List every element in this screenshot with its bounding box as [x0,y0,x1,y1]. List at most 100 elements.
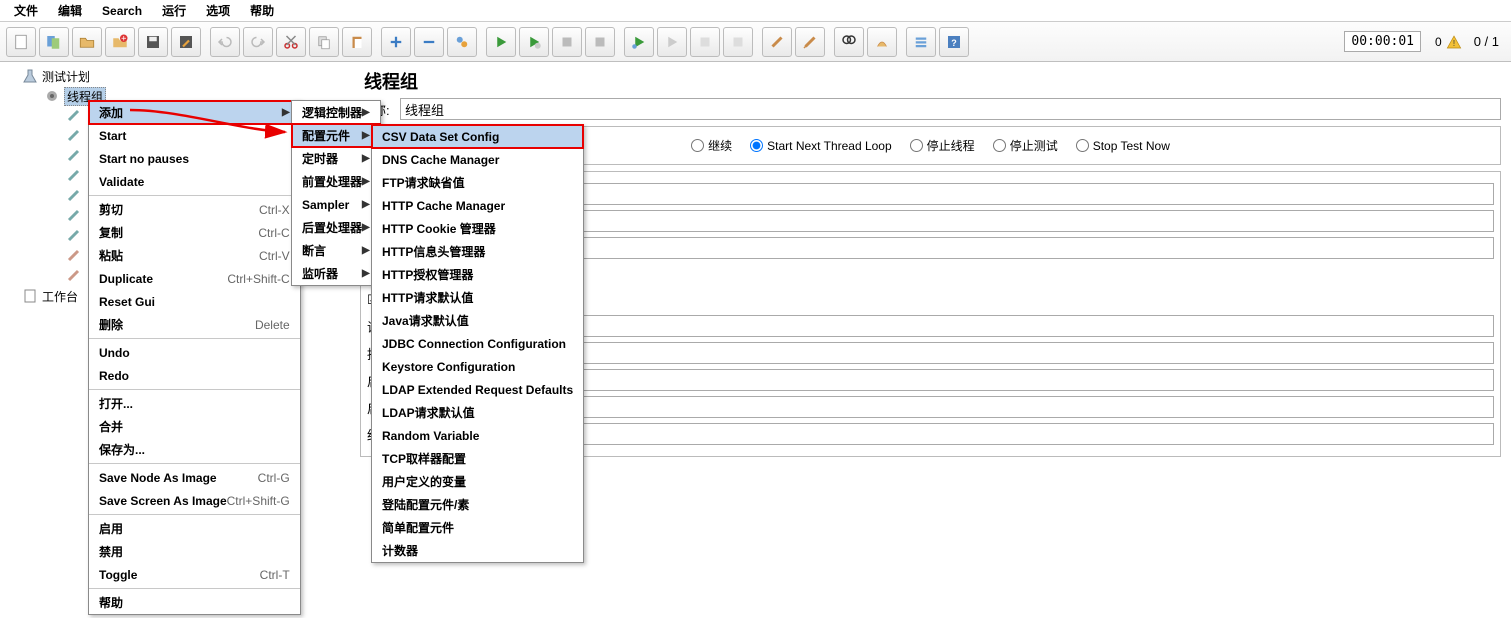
menu-item[interactable]: 断言▶ [292,239,380,262]
menu-item[interactable]: Save Screen As ImageCtrl+Shift-G [89,489,300,512]
tree-root[interactable]: 测试计划 [22,66,347,86]
menu-item[interactable]: 简单配置元件 [372,516,583,539]
menu-item[interactable]: CSV Data Set Config [372,125,583,148]
menu-item[interactable]: 前置处理器▶ [292,170,380,193]
clear-all-icon[interactable] [795,27,825,57]
start-icon[interactable] [486,27,516,57]
menu-item[interactable]: 监听器▶ [292,262,380,285]
menu-search[interactable]: Search [92,2,152,20]
shutdown-icon[interactable] [585,27,615,57]
menu-item[interactable]: TCP取样器配置 [372,447,583,470]
help-icon[interactable]: ? [939,27,969,57]
menu-item[interactable]: Save Node As ImageCtrl-G [89,466,300,489]
save-as-icon[interactable] [171,27,201,57]
search-icon[interactable] [834,27,864,57]
menu-item[interactable]: 禁用 [89,540,300,563]
radio-start-next[interactable]: Start Next Thread Loop [750,137,892,154]
copy-icon[interactable] [309,27,339,57]
toggle-icon[interactable] [447,27,477,57]
start-no-pause-icon[interactable] [519,27,549,57]
menu-item[interactable]: 定时器▶ [292,147,380,170]
function-helper-icon[interactable] [906,27,936,57]
menu-item[interactable]: DuplicateCtrl+Shift-C [89,267,300,290]
menu-item[interactable]: Random Variable [372,424,583,447]
menu-item[interactable]: 打开... [89,392,300,415]
menu-item[interactable]: 计数器 [372,539,583,562]
menu-item[interactable]: 逻辑控制器▶ [292,101,380,124]
menu-item[interactable]: HTTP Cache Manager [372,194,583,217]
submenu-add[interactable]: 逻辑控制器▶配置元件▶定时器▶前置处理器▶Sampler▶后置处理器▶断言▶监听… [291,100,381,286]
radio-stop-thread[interactable]: 停止线程 [910,137,975,154]
undo-icon[interactable] [210,27,240,57]
menu-item[interactable]: 复制Ctrl-C [89,221,300,244]
menu-item[interactable]: 帮助 [89,591,300,614]
tree-root-label: 测试计划 [42,68,90,85]
sampler-icon [66,168,82,184]
name-input[interactable] [400,98,1501,120]
menu-item[interactable]: HTTP Cookie 管理器 [372,217,583,240]
menu-item[interactable]: ToggleCtrl-T [89,563,300,586]
radio-stop-now[interactable]: Stop Test Now [1076,137,1170,154]
context-menu[interactable]: 添加▶StartStart no pausesValidate 剪切Ctrl-X复… [88,100,301,615]
redo-icon[interactable] [243,27,273,57]
menu-item[interactable]: LDAP Extended Request Defaults [372,378,583,401]
menu-item[interactable]: DNS Cache Manager [372,148,583,171]
menu-item[interactable]: HTTP信息头管理器 [372,240,583,263]
stop-icon[interactable] [552,27,582,57]
close-icon[interactable] [105,27,135,57]
menu-item[interactable]: 启用 [89,517,300,540]
paste-icon[interactable] [342,27,372,57]
menu-item[interactable]: Start no pauses [89,147,300,170]
menu-item[interactable]: Keystore Configuration [372,355,583,378]
radio-stop-test[interactable]: 停止测试 [993,137,1058,154]
clear-icon[interactable] [762,27,792,57]
menu-item[interactable]: Start [89,124,300,147]
menu-item[interactable]: FTP请求缺省值 [372,171,583,194]
new-icon[interactable] [6,27,36,57]
menu-run[interactable]: 运行 [152,0,196,21]
menu-item[interactable]: 登陆配置元件/素 [372,493,583,516]
menu-item[interactable]: LDAP请求默认值 [372,401,583,424]
menu-item[interactable]: 配置元件▶ [292,124,380,147]
menu-item[interactable]: Redo [89,364,300,387]
menu-item[interactable]: 合并 [89,415,300,438]
menu-item[interactable]: 用户定义的变量 [372,470,583,493]
menu-item[interactable]: 后置处理器▶ [292,216,380,239]
wrench-icon [66,248,82,264]
menu-item[interactable]: Reset Gui [89,290,300,313]
menu-item[interactable]: Undo [89,341,300,364]
save-icon[interactable] [138,27,168,57]
remote-start-icon[interactable] [624,27,654,57]
remote-shutdown-icon[interactable] [723,27,753,57]
menu-item[interactable]: 删除Delete [89,313,300,336]
menu-item[interactable]: JDBC Connection Configuration [372,332,583,355]
tree-workbench-label: 工作台 [42,288,78,305]
menu-options[interactable]: 选项 [196,0,240,21]
open-icon[interactable] [72,27,102,57]
templates-icon[interactable] [39,27,69,57]
search-reset-icon[interactable] [867,27,897,57]
menu-item[interactable]: HTTP请求默认值 [372,286,583,309]
remote-start-all-icon[interactable] [657,27,687,57]
menu-bar: 文件 编辑 Search 运行 选项 帮助 [0,0,1511,22]
menu-item[interactable]: 剪切Ctrl-X [89,198,300,221]
menu-item[interactable]: HTTP授权管理器 [372,263,583,286]
submenu-config-element[interactable]: CSV Data Set ConfigDNS Cache ManagerFTP请… [371,124,584,563]
menu-file[interactable]: 文件 [4,0,48,21]
collapse-icon[interactable] [414,27,444,57]
menu-item[interactable]: Java请求默认值 [372,309,583,332]
expand-icon[interactable] [381,27,411,57]
radio-continue[interactable]: 继续 [691,137,732,154]
panel-title: 线程组 [360,62,1501,94]
menu-item[interactable]: Sampler▶ [292,193,380,216]
toolbar: ? 00:00:01 0 ! 0 / 1 [0,22,1511,62]
menu-item[interactable]: 添加▶ [89,101,300,124]
sampler-icon [66,188,82,204]
menu-help[interactable]: 帮助 [240,0,284,21]
remote-stop-icon[interactable] [690,27,720,57]
menu-item[interactable]: Validate [89,170,300,193]
cut-icon[interactable] [276,27,306,57]
menu-item[interactable]: 保存为... [89,438,300,461]
menu-item[interactable]: 粘贴Ctrl-V [89,244,300,267]
menu-edit[interactable]: 编辑 [48,0,92,21]
